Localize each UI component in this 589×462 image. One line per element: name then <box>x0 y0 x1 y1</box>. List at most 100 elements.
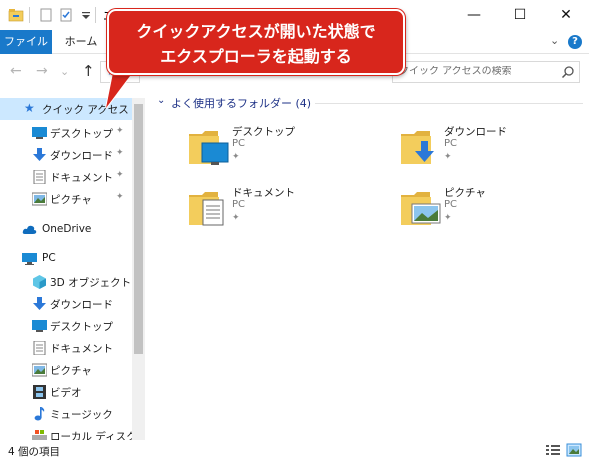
sidebar-item-label: ピクチャ <box>50 365 92 377</box>
picture-icon <box>32 192 47 206</box>
sidebar-item-label: PC <box>42 252 56 264</box>
recent-locations-button[interactable]: ⌄ <box>60 65 69 78</box>
sidebar-item-pc-music[interactable]: ミュージック <box>0 403 132 425</box>
download-arrow-icon <box>33 148 46 161</box>
film-icon <box>33 385 46 399</box>
folder-name: ドキュメント <box>232 187 295 199</box>
sidebar-item-pc-desktop[interactable]: デスクトップ <box>0 315 132 337</box>
help-icon[interactable]: ? <box>568 35 582 49</box>
picture-icon <box>32 363 47 377</box>
tab-file[interactable]: ファイル <box>0 30 52 54</box>
up-button[interactable]: ↑ <box>82 62 95 80</box>
sidebar-item-local-disk[interactable]: ローカル ディスク (C <box>0 425 145 440</box>
sidebar-item-label: ミュージック <box>50 409 113 421</box>
search-icon[interactable] <box>561 65 575 79</box>
sidebar-item-label: デスクトップ <box>50 321 113 333</box>
sidebar-item-label: ドキュメント <box>50 343 113 355</box>
sidebar-item-desktop[interactable]: デスクトップ ✦ <box>0 122 132 144</box>
computer-icon <box>22 253 37 265</box>
details-view-icon[interactable] <box>545 443 561 457</box>
download-arrow-icon <box>33 297 46 310</box>
sidebar-item-label: デスクトップ <box>50 128 113 140</box>
status-bar: 4 個の項目 <box>0 440 589 462</box>
pin-icon: ✦ <box>232 213 240 223</box>
nav-scrollbar-thumb[interactable] <box>134 104 143 354</box>
maximize-button[interactable]: ☐ <box>497 0 543 30</box>
callout-annotation: クイックアクセスが開いた状態で エクスプローラを起動する <box>107 9 405 75</box>
properties-icon[interactable] <box>38 7 54 23</box>
item-count: 4 個の項目 <box>8 446 61 458</box>
documents-folder-icon <box>189 192 224 226</box>
sidebar-item-label: ドキュメント <box>50 172 113 184</box>
document-icon <box>33 170 46 184</box>
callout-line-1: クイックアクセスが開いた状態で <box>136 22 376 41</box>
back-button[interactable]: ← <box>10 63 22 79</box>
sidebar-item-label: ローカル ディスク (C <box>50 431 145 440</box>
desktop-icon <box>32 127 47 139</box>
music-note-icon <box>34 407 45 421</box>
sidebar-item-3d-objects[interactable]: 3D オブジェクト <box>0 271 132 293</box>
callout-line-2: エクスプローラを起動する <box>160 47 352 66</box>
folder-location: PC <box>444 199 458 210</box>
pin-icon[interactable]: ✦ <box>116 170 124 180</box>
search-box[interactable] <box>392 61 580 83</box>
folder-location: PC <box>444 138 458 149</box>
sidebar-item-pc-videos[interactable]: ビデオ <box>0 381 132 403</box>
pin-icon[interactable]: ✦ <box>116 192 124 202</box>
sidebar-item-label: ダウンロード <box>50 299 113 311</box>
sidebar-item-downloads[interactable]: ダウンロード ✦ <box>0 144 132 166</box>
search-input[interactable] <box>399 66 559 77</box>
content-area: ⌄ よく使用するフォルダー (4) デスクトップ PC ✦ ダウンロード PC … <box>145 90 589 440</box>
navigation-pane: ★ クイック アクセス デスクトップ ✦ ダウンロード ✦ ドキュメント ✦ ピ… <box>0 90 145 440</box>
folder-icon[interactable] <box>8 7 24 23</box>
folder-tile-downloads[interactable]: ダウンロード PC ✦ <box>400 124 589 180</box>
folder-tile-documents[interactable]: ドキュメント PC ✦ <box>188 185 388 241</box>
folder-location: PC <box>232 199 246 210</box>
document-icon <box>33 341 46 355</box>
downloads-folder-icon <box>401 131 434 164</box>
folder-tile-desktop[interactable]: デスクトップ PC ✦ <box>188 124 388 180</box>
group-header[interactable]: よく使用するフォルダー (4) <box>171 95 311 111</box>
forward-button[interactable]: → <box>36 63 48 79</box>
customize-dropdown-icon[interactable] <box>78 7 94 23</box>
group-divider <box>315 103 583 104</box>
cube-icon <box>33 275 46 289</box>
sidebar-item-onedrive[interactable]: OneDrive <box>0 219 132 241</box>
pictures-folder-icon <box>401 192 441 225</box>
nav-scrollbar[interactable] <box>132 98 145 440</box>
title-separator <box>95 7 96 23</box>
sidebar-item-pc[interactable]: PC <box>0 248 132 270</box>
star-icon: ★ <box>24 101 35 115</box>
minimize-button[interactable]: — <box>451 0 497 30</box>
sidebar-item-label: OneDrive <box>42 223 92 235</box>
close-button[interactable]: ✕ <box>543 0 589 30</box>
sidebar-item-documents[interactable]: ドキュメント ✦ <box>0 166 132 188</box>
folder-tile-pictures[interactable]: ピクチャ PC ✦ <box>400 185 589 241</box>
sidebar-item-label: ダウンロード <box>50 150 113 162</box>
folder-location: PC <box>232 138 246 149</box>
sidebar-item-pc-documents[interactable]: ドキュメント <box>0 337 132 359</box>
pin-icon: ✦ <box>444 213 452 223</box>
cloud-icon <box>22 225 37 234</box>
sidebar-item-pc-downloads[interactable]: ダウンロード <box>0 293 132 315</box>
sidebar-item-label: 3D オブジェクト <box>50 277 132 289</box>
desktop-folder-icon <box>189 131 229 165</box>
tab-home[interactable]: ホーム <box>58 30 104 54</box>
new-folder-check-icon[interactable] <box>58 7 74 23</box>
folder-name: ダウンロード <box>444 126 507 138</box>
group-collapse-icon[interactable]: ⌄ <box>157 95 165 106</box>
drive-icon <box>32 430 47 440</box>
folder-name: ピクチャ <box>444 187 486 199</box>
sidebar-item-label: ビデオ <box>50 387 82 399</box>
desktop-icon <box>32 320 47 332</box>
large-icons-view-icon[interactable] <box>566 443 582 457</box>
ribbon-expand-icon[interactable]: ⌄ <box>550 34 559 47</box>
pin-icon[interactable]: ✦ <box>116 148 124 158</box>
sidebar-item-pc-pictures[interactable]: ピクチャ <box>0 359 132 381</box>
sidebar-item-pictures[interactable]: ピクチャ ✦ <box>0 188 132 210</box>
pin-icon: ✦ <box>444 152 452 162</box>
pin-icon[interactable]: ✦ <box>116 126 124 136</box>
title-separator <box>29 7 30 23</box>
folder-name: デスクトップ <box>232 126 295 138</box>
pin-icon: ✦ <box>232 152 240 162</box>
